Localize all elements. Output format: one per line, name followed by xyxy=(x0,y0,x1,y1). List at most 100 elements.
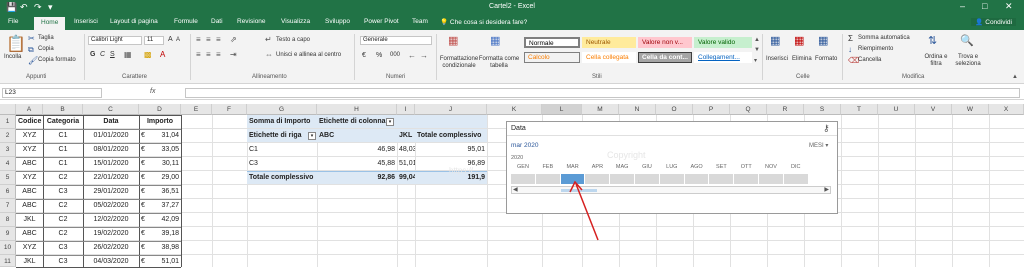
table-cell-data[interactable]: 19/02/2020 xyxy=(83,227,139,241)
row-header-1[interactable]: 1 xyxy=(0,115,16,129)
column-header-b[interactable]: B xyxy=(43,104,83,115)
table-cell-codice[interactable]: XYZ xyxy=(16,143,43,157)
align-top-icon[interactable]: ≡ xyxy=(196,35,201,44)
table-cell-categoria[interactable]: C2 xyxy=(43,213,83,227)
slicer-scrollbar[interactable]: ◀ ▶ xyxy=(511,186,831,194)
slicer-month-label[interactable]: OTT xyxy=(734,164,758,170)
column-header-u[interactable]: U xyxy=(878,104,915,115)
table-header-categoria[interactable]: Categoria xyxy=(43,115,83,129)
table-cell-categoria[interactable]: C1 xyxy=(43,129,83,143)
table-cell-categoria[interactable]: C2 xyxy=(43,199,83,213)
fill-color-icon[interactable]: ▩ xyxy=(144,50,152,59)
decrease-decimal-icon[interactable]: → xyxy=(420,51,428,60)
close-icon[interactable]: ✕ xyxy=(1005,1,1013,12)
clear-filter-icon[interactable]: ⚷ xyxy=(823,123,830,134)
row-header-3[interactable]: 3 xyxy=(0,143,16,157)
column-header-h[interactable]: H xyxy=(317,104,397,115)
insert-cells-icon[interactable]: ▦ xyxy=(770,34,780,47)
tab-data[interactable]: Dati xyxy=(211,18,223,25)
slicer-month-bar[interactable] xyxy=(659,174,685,184)
underline-button[interactable]: S xyxy=(110,51,115,58)
row-header-9[interactable]: 9 xyxy=(0,227,16,241)
pivot-total-value[interactable]: 92,86 xyxy=(317,171,397,185)
pivot-total-label[interactable]: Totale complessivo xyxy=(247,171,317,185)
column-header-q[interactable]: Q xyxy=(730,104,767,115)
row-header-5[interactable]: 5 xyxy=(0,171,16,185)
slicer-month-label[interactable]: MAR xyxy=(561,164,585,170)
table-cell-importo[interactable]: 30,11 xyxy=(149,157,181,171)
row-header-6[interactable]: 6 xyxy=(0,185,16,199)
table-cell-importo[interactable]: 39,18 xyxy=(149,227,181,241)
column-header-f[interactable]: F xyxy=(212,104,247,115)
column-header-a[interactable]: A xyxy=(16,104,43,115)
borders-icon[interactable]: ▦ xyxy=(124,50,132,59)
find-select-icon[interactable]: 🔍 xyxy=(960,34,974,47)
table-cell-categoria[interactable]: C2 xyxy=(43,227,83,241)
tab-review[interactable]: Revisione xyxy=(237,18,266,25)
pivot-value[interactable]: 95,01 xyxy=(415,143,487,157)
font-color-icon[interactable]: A xyxy=(160,50,165,59)
table-cell-importo[interactable]: 37,27 xyxy=(149,199,181,213)
slicer-month-bar[interactable] xyxy=(684,174,710,184)
column-header-w[interactable]: W xyxy=(952,104,989,115)
styles-scroll-down-icon[interactable]: ▼ xyxy=(754,47,760,53)
row-header-11[interactable]: 11 xyxy=(0,255,16,267)
style-calculation[interactable]: Calcolo xyxy=(524,52,580,63)
formula-input[interactable] xyxy=(185,88,1020,98)
column-header-e[interactable]: E xyxy=(181,104,212,115)
column-header-l[interactable]: L xyxy=(542,104,582,115)
slicer-month-bar[interactable] xyxy=(535,174,561,184)
align-center-icon[interactable]: ≡ xyxy=(206,50,211,59)
pivot-value[interactable]: 51,01 xyxy=(397,157,415,171)
pivot-total-value[interactable]: 99,04 xyxy=(397,171,415,185)
style-neutral[interactable]: Neutrale xyxy=(582,37,636,48)
slicer-month-label[interactable]: GIU xyxy=(635,164,659,170)
column-header-p[interactable]: P xyxy=(693,104,730,115)
pivot-row-label[interactable]: C1 xyxy=(247,143,317,157)
format-painter-icon[interactable]: 🖌 xyxy=(28,56,38,65)
column-header-r[interactable]: R xyxy=(767,104,804,115)
table-cell-data[interactable]: 05/02/2020 xyxy=(83,199,139,213)
table-cell-codice[interactable]: ABC xyxy=(16,227,43,241)
table-cell-data[interactable]: 22/01/2020 xyxy=(83,171,139,185)
timeline-slicer[interactable]: Data ⚷ mar 2020 MESI ▾ 2020 GEN FEB MAR APR… xyxy=(449,121,838,214)
format-cells-button[interactable]: Formato xyxy=(815,56,837,62)
slicer-level-dropdown[interactable]: MESI ▾ xyxy=(809,142,828,149)
table-header-data[interactable]: Data xyxy=(83,115,139,129)
align-middle-icon[interactable]: ≡ xyxy=(206,35,211,44)
insert-cells-button[interactable]: Inserisci xyxy=(766,56,788,62)
tab-page-layout[interactable]: Layout di pagina xyxy=(110,18,158,25)
column-header-v[interactable]: V xyxy=(915,104,952,115)
row-header-4[interactable]: 4 xyxy=(0,157,16,171)
pivot-col-header-total[interactable]: Totale complessivo xyxy=(415,129,487,143)
slicer-month-bar[interactable] xyxy=(511,174,536,184)
pivot-row-label[interactable]: C3 xyxy=(247,157,317,171)
slicer-month-label[interactable]: FEB xyxy=(536,164,560,170)
merge-icon[interactable]: ⇔ xyxy=(265,50,273,59)
column-header-c[interactable]: C xyxy=(83,104,139,115)
table-cell-codice[interactable]: XYZ xyxy=(16,171,43,185)
table-cell-codice[interactable]: ABC xyxy=(16,185,43,199)
tab-formulas[interactable]: Formule xyxy=(174,18,198,25)
tab-home[interactable]: Home xyxy=(34,17,66,30)
table-cell-importo[interactable]: 38,98 xyxy=(149,241,181,255)
row-header-7[interactable]: 7 xyxy=(0,199,16,213)
column-header-d[interactable]: D xyxy=(139,104,181,115)
style-normal[interactable]: Normale xyxy=(524,37,580,48)
copy-button[interactable]: Copia xyxy=(38,46,54,52)
percent-button[interactable]: % xyxy=(376,52,382,59)
currency-button[interactable]: € xyxy=(362,52,366,59)
grow-font-button[interactable]: A xyxy=(168,36,173,43)
tab-insert[interactable]: Inserisci xyxy=(74,18,98,25)
scroll-left-icon[interactable]: ◀ xyxy=(513,186,518,193)
conditional-formatting-icon[interactable]: ▦ xyxy=(448,34,458,47)
column-header-m[interactable]: M xyxy=(582,104,619,115)
slicer-month-label[interactable]: APR xyxy=(585,164,609,170)
table-cell-categoria[interactable]: C3 xyxy=(43,185,83,199)
table-cell-codice[interactable]: XYZ xyxy=(16,241,43,255)
column-header-i[interactable]: I xyxy=(397,104,415,115)
slicer-month-label[interactable]: GEN xyxy=(511,164,535,170)
table-cell-data[interactable]: 12/02/2020 xyxy=(83,213,139,227)
table-cell-codice[interactable]: ABC xyxy=(16,157,43,171)
table-cell-data[interactable]: 26/02/2020 xyxy=(83,241,139,255)
